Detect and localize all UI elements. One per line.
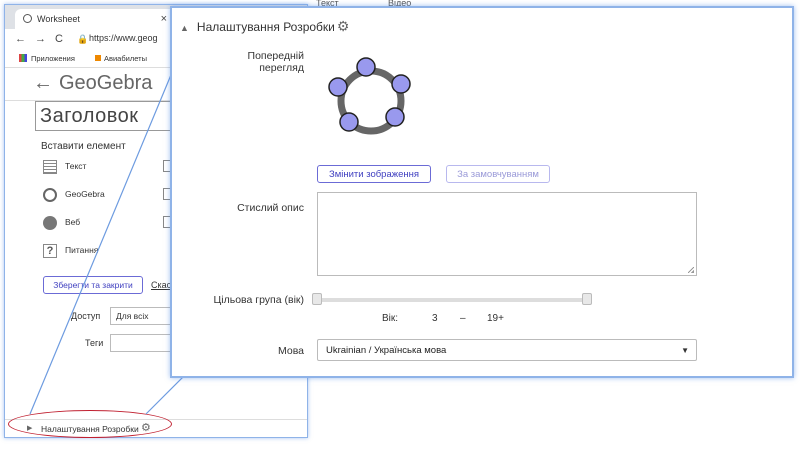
age-max-value: 19+ [487, 313, 504, 324]
age-slider-max-thumb[interactable] [582, 293, 592, 305]
insert-geogebra-item[interactable]: GeoGebra [43, 185, 105, 203]
question-icon: ? [43, 243, 57, 258]
preview-node [328, 77, 348, 97]
forward-icon[interactable]: → [35, 33, 46, 45]
language-label: Мова [277, 345, 304, 357]
resize-handle-icon[interactable] [688, 267, 694, 273]
description-label: Стислий опис [237, 202, 304, 214]
age-label: Вік: [382, 313, 399, 324]
reload-icon[interactable]: C [55, 33, 63, 45]
lock-icon: 🔒 [77, 34, 89, 44]
insert-question-label: Питання [65, 245, 99, 255]
tags-label: Теги [85, 338, 104, 348]
caret-down-icon: ▼ [681, 346, 689, 355]
web-icon [43, 215, 57, 230]
age-slider-min-thumb[interactable] [312, 293, 322, 305]
preview-node [385, 107, 405, 127]
text-icon [43, 159, 57, 174]
geogebra-logo: GeoGebra [59, 72, 153, 94]
preview-node [356, 57, 376, 77]
gear-icon: ⚙ [336, 18, 350, 34]
back-arrow-icon[interactable]: ← [33, 72, 53, 95]
age-slider-track[interactable] [317, 298, 587, 302]
favicon-icon [23, 14, 32, 23]
preview-node [339, 112, 359, 132]
panel-title: Налаштування Розробки [196, 20, 335, 34]
insert-text-item[interactable]: Текст [43, 157, 86, 175]
save-and-close-button[interactable]: Зберегти та закрити [43, 276, 143, 294]
bookmark-avia[interactable]: Авиабилеты [95, 54, 147, 63]
tab-close-icon[interactable]: × [161, 9, 167, 29]
description-textarea[interactable] [317, 192, 697, 276]
back-icon[interactable]: ← [15, 33, 26, 45]
highlight-oval [8, 410, 172, 438]
insert-web-label: Веб [65, 217, 81, 227]
insert-text-label: Текст [65, 161, 87, 171]
chevron-up-icon: ▲ [180, 23, 189, 33]
bookmark-apps[interactable]: Приложения [31, 54, 75, 63]
access-label: Доступ [71, 311, 101, 321]
insert-geogebra-label: GeoGebra [65, 189, 105, 199]
insert-element-label: Вставити елемент [41, 141, 126, 152]
apps-icon[interactable] [19, 54, 27, 62]
insert-question-item[interactable]: ? Питання [43, 241, 98, 259]
tab-title: Worksheet [37, 14, 80, 24]
age-min-value: 3 [432, 313, 438, 324]
preview-image [328, 57, 411, 135]
insert-web-item[interactable]: Веб [43, 213, 80, 231]
preview-node [391, 74, 411, 94]
language-value: Ukrainian / Українська мова [326, 345, 447, 356]
address-bar[interactable]: https://www.geog [89, 33, 158, 43]
panel-header[interactable]: ▲ Налаштування Розробки ⚙ [180, 18, 349, 35]
preview-label: Попередній перегляд [247, 50, 304, 74]
default-image-button[interactable]: За замовчуванням [446, 165, 550, 183]
audience-label: Цільова група (вік) [213, 294, 305, 306]
language-select[interactable]: Ukrainian / Українська мова ▼ [317, 339, 697, 361]
age-separator: – [460, 313, 466, 324]
browser-tab[interactable]: Worksheet × [15, 9, 175, 29]
developer-settings-panel: ▲ Налаштування Розробки ⚙ Попередній перег… [170, 6, 794, 378]
geogebra-icon [43, 187, 57, 202]
change-image-button[interactable]: Змінити зображення [317, 165, 431, 183]
